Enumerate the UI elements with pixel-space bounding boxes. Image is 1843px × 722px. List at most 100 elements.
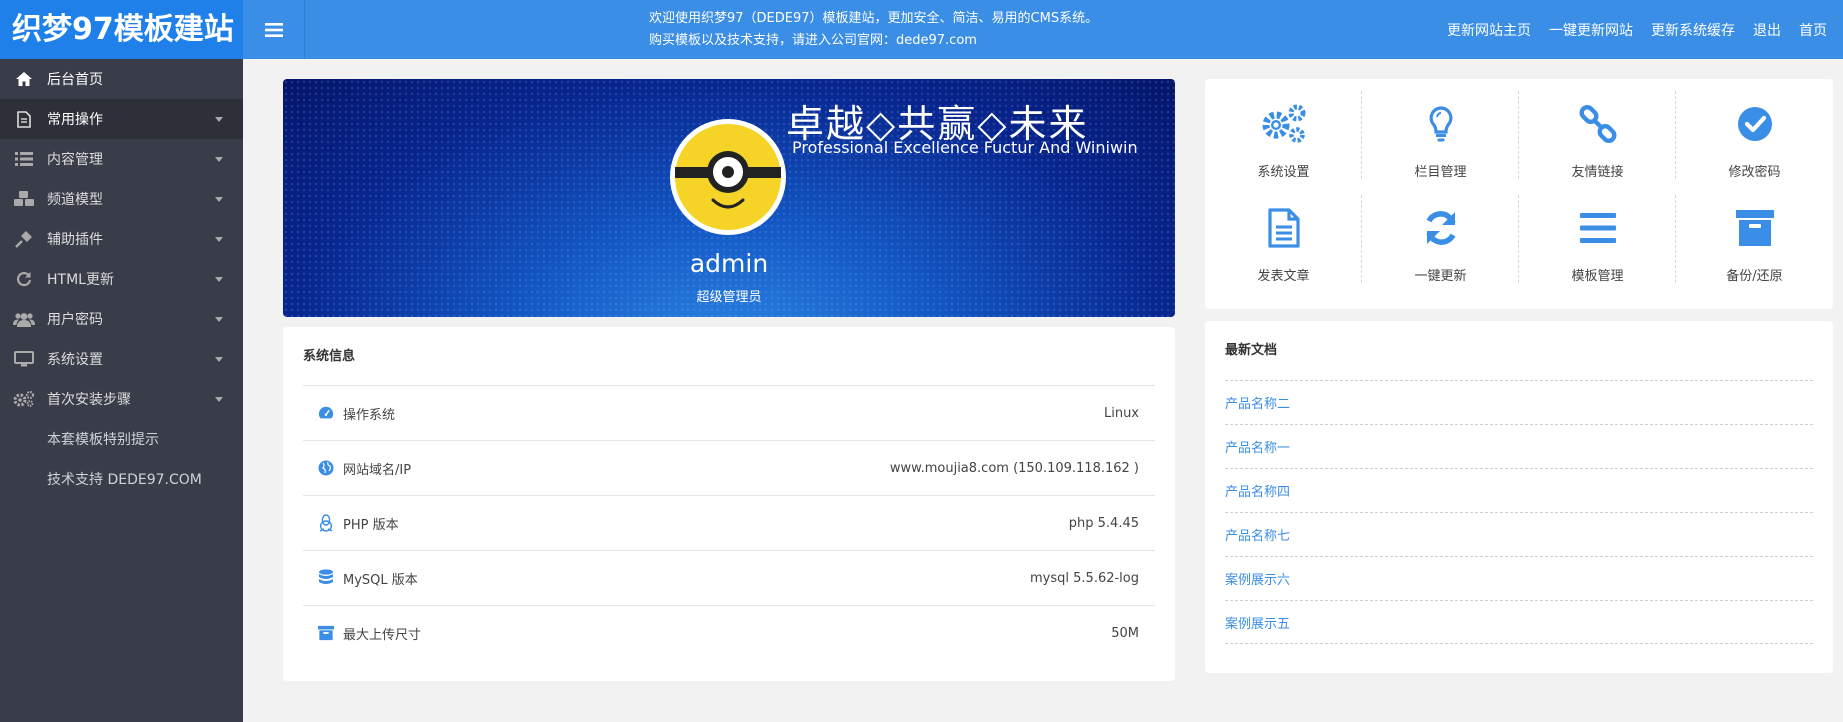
refresh-icon [0,271,47,287]
chevron-down-icon [215,237,223,242]
sidebar-item-label: 频道模型 [47,192,103,208]
quick-link-column-manage[interactable]: 栏目管理 [1362,91,1519,195]
top-header: 织梦97模板建站 欢迎使用织梦97（DEDE97）模板建站，更加安全、简洁、易用… [0,0,1843,59]
quick-link-label: 系统设置 [1257,165,1310,180]
menu-toggle-button[interactable] [243,0,305,59]
quick-link-label: 友情链接 [1571,165,1624,180]
system-info-card: 系统信息 操作系统 Linux 网站域名/IP www.moujia8.com … [283,327,1175,681]
quick-links-card: 系统设置 栏目管理 友情链接 修改密码 发表文章 一键更新 模板管理 备份/还原 [1205,79,1833,309]
welcome-line-1: 欢迎使用织梦97（DEDE97）模板建站，更加安全、简洁、易用的CMS系统。 [649,11,1099,26]
table-row: 操作系统 Linux [303,385,1155,440]
table-row: 网站域名/IP www.moujia8.com (150.109.118.162… [303,440,1155,495]
document-icon [0,110,47,128]
quick-link-label: 栏目管理 [1414,165,1467,180]
latest-docs-card: 最新文档 产品名称二 产品名称一 产品名称四 产品名称七 案例展示六 案例展示五 [1205,321,1833,673]
row-value: php 5.4.45 [1068,515,1139,531]
hamburger-icon [264,22,283,37]
home-link[interactable]: 首页 [1799,20,1827,40]
list-item[interactable]: 产品名称二 [1225,380,1813,424]
sidebar-item-label: 后台首页 [47,72,103,88]
quick-link-change-password[interactable]: 修改密码 [1676,91,1833,195]
row-label: 最大上传尺寸 [343,627,422,643]
row-value: Linux [1103,405,1139,421]
chevron-down-icon [215,277,223,282]
profile-banner: 卓越◇共赢◇未来 Professional Excellence Fuctur … [283,79,1175,317]
row-label: 网站域名/IP [343,462,412,478]
file-text-icon [1267,203,1300,253]
quick-links-grid: 系统设置 栏目管理 友情链接 修改密码 发表文章 一键更新 模板管理 备份/还原 [1205,91,1833,299]
username: admin [689,249,769,278]
sidebar-item-system-settings[interactable]: 系统设置 [0,339,243,379]
sidebar-item-label: 系统设置 [47,352,103,368]
welcome-line-2: 购买模板以及技术支持，请进入公司官网：dede97.com [649,33,977,48]
update-homepage-link[interactable]: 更新网站主页 [1447,20,1531,40]
plug-icon [0,230,47,248]
sidebar-item-common[interactable]: 常用操作 [0,99,243,139]
sidebar-item-label: 首次安装步骤 [47,392,131,408]
list-icon [0,152,47,166]
refresh-icon [1422,203,1460,253]
user-role: 超级管理员 [696,290,762,305]
archive-icon [318,624,334,642]
row-label: MySQL 版本 [343,572,418,588]
sidebar-subitem-support[interactable]: 技术支持 DEDE97.COM [0,459,243,499]
sidebar-item-label: HTML更新 [47,272,114,288]
list-item[interactable]: 案例展示五 [1225,600,1813,644]
system-info-title: 系统信息 [303,349,356,364]
sidebar-item-content[interactable]: 内容管理 [0,139,243,179]
chevron-down-icon [215,317,223,322]
list-item[interactable]: 产品名称一 [1225,424,1813,468]
sidebar: 后台首页 常用操作 内容管理 频道模型 辅助插件 HTML更新 用户密码 系统设… [0,59,243,722]
sidebar-item-channel[interactable]: 频道模型 [0,179,243,219]
sidebar-item-home[interactable]: 后台首页 [0,59,243,99]
site-logo[interactable]: 织梦97模板建站 [0,0,243,59]
sidebar-item-install-steps[interactable]: 首次安装步骤 [0,379,243,419]
bars-icon [1579,203,1616,253]
sidebar-item-user-password[interactable]: 用户密码 [0,299,243,339]
quick-link-one-click-update[interactable]: 一键更新 [1362,195,1519,299]
welcome-message: 欢迎使用织梦97（DEDE97）模板建站，更加安全、简洁、易用的CMS系统。 购… [649,8,1098,52]
list-item[interactable]: 产品名称四 [1225,468,1813,512]
list-item[interactable]: 案例展示六 [1225,556,1813,600]
table-row: 最大上传尺寸 50M [303,605,1155,660]
quick-link-system-settings[interactable]: 系统设置 [1205,91,1362,195]
update-cache-link[interactable]: 更新系统缓存 [1651,20,1735,40]
table-row: MySQL 版本 mysql 5.5.62-log [303,550,1155,605]
quick-link-label: 模板管理 [1571,269,1624,284]
sidebar-item-label: 辅助插件 [47,232,103,248]
chevron-down-icon [215,117,223,122]
lightbulb-icon [1428,99,1454,149]
latest-docs-list: 产品名称二 产品名称一 产品名称四 产品名称七 案例展示六 案例展示五 [1225,380,1813,644]
update-site-link[interactable]: 一键更新网站 [1549,20,1633,40]
chevron-down-icon [215,157,223,162]
sidebar-item-label: 用户密码 [47,312,103,328]
row-label: PHP 版本 [343,517,399,533]
list-item[interactable]: 产品名称七 [1225,512,1813,556]
top-links: 更新网站主页 一键更新网站 更新系统缓存 退出 首页 [1447,0,1827,59]
sidebar-item-html-update[interactable]: HTML更新 [0,259,243,299]
gears-icon [0,391,47,407]
quick-link-friend-links[interactable]: 友情链接 [1519,91,1676,195]
sidebar-item-plugins[interactable]: 辅助插件 [0,219,243,259]
database-icon [318,569,334,587]
chevron-down-icon [215,197,223,202]
gears-icon [1261,99,1307,149]
logout-link[interactable]: 退出 [1753,20,1781,40]
home-icon [0,72,47,86]
link-icon [1578,99,1618,149]
globe-icon [318,459,334,477]
minion-avatar-icon [675,124,781,230]
linux-icon [318,514,334,532]
archive-icon [1735,203,1774,253]
quick-link-backup-restore[interactable]: 备份/还原 [1676,195,1833,299]
quick-link-template-manage[interactable]: 模板管理 [1519,195,1676,299]
quick-link-publish-article[interactable]: 发表文章 [1205,195,1362,299]
latest-docs-title: 最新文档 [1225,343,1278,358]
sidebar-subitem-template-notice[interactable]: 本套模板特别提示 [0,419,243,459]
quick-link-label: 一键更新 [1414,269,1467,284]
quick-link-label: 修改密码 [1728,165,1781,180]
users-icon [0,312,47,327]
row-value: 50M [1111,625,1139,641]
avatar[interactable] [670,119,786,235]
row-label: 操作系统 [343,407,396,423]
